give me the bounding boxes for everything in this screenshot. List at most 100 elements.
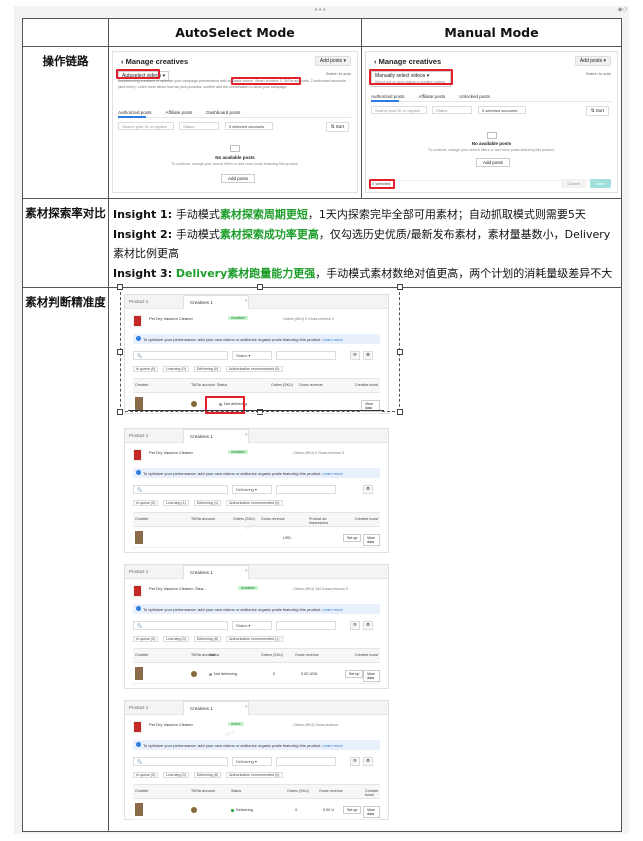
resize-handle[interactable] bbox=[117, 409, 123, 415]
settings-icon[interactable]: ⚙ bbox=[363, 757, 373, 766]
creatives-screenshot-3[interactable]: Product 1 Creatives 1 × Pet Dry Vacuum C… bbox=[124, 564, 389, 689]
status-filter[interactable]: Status bbox=[179, 122, 219, 130]
settings-icon[interactable]: ⚙ bbox=[363, 621, 373, 630]
status-filter[interactable]: Status ▾ bbox=[232, 621, 272, 630]
table-row[interactable]: Not delivering 0 0.00 USD Set up View da… bbox=[133, 664, 380, 684]
window-handle[interactable]: ••• bbox=[314, 6, 326, 14]
subtab-learning[interactable]: Learning (0) bbox=[163, 772, 189, 778]
subtab-authorization[interactable]: Authorization recommended (0) bbox=[226, 366, 283, 372]
creatives-screenshot-4[interactable]: Product 1 Creatives 1 × Pet Dry Vacuum C… bbox=[124, 700, 389, 820]
subtab-delivering[interactable]: Delivering (0) bbox=[193, 366, 222, 372]
close-icon[interactable]: × bbox=[245, 704, 248, 709]
account-filter[interactable] bbox=[276, 351, 336, 360]
cancel-button[interactable]: Cancel bbox=[561, 179, 586, 188]
account-filter[interactable] bbox=[276, 621, 336, 630]
close-icon[interactable]: × bbox=[245, 568, 248, 573]
subtab-in-queue[interactable]: In queue (0) bbox=[133, 772, 159, 778]
close-icon[interactable]: × bbox=[245, 432, 248, 437]
tab-unlocked-posts[interactable]: Unlocked posts bbox=[459, 94, 490, 99]
tab-creatives[interactable]: Creatives 1 bbox=[183, 701, 249, 715]
tab-creatives[interactable]: Creatives 1 bbox=[183, 295, 249, 309]
account-filter[interactable] bbox=[276, 757, 336, 766]
table-row[interactable]: Not delivering View data bbox=[133, 394, 380, 414]
tab-dashboard-posts[interactable]: Dashboard posts bbox=[206, 110, 240, 115]
creatives-screenshot-1[interactable]: Product 1 Creatives 1 × Pet Dry Vacuum C… bbox=[117, 284, 403, 415]
subtab-delivering[interactable]: Delivering (0) bbox=[193, 772, 222, 778]
tab-product[interactable]: Product 1 bbox=[129, 705, 148, 710]
set-up-button[interactable]: Set up bbox=[345, 670, 364, 678]
add-posts-button[interactable]: Add posts ▾ bbox=[314, 56, 351, 66]
subtab-delivering[interactable]: Delivering (1) bbox=[193, 500, 222, 506]
view-data-button[interactable]: View data bbox=[363, 670, 380, 682]
learn-more-link[interactable]: Learn more bbox=[322, 337, 342, 342]
tab-creatives[interactable]: Creatives 1 bbox=[183, 565, 249, 579]
refresh-icon[interactable]: ⟳ bbox=[350, 621, 360, 630]
resize-handle[interactable] bbox=[257, 284, 263, 290]
learn-more-link[interactable]: Learn more bbox=[322, 607, 342, 612]
save-button[interactable]: Save bbox=[589, 179, 611, 188]
refresh-icon[interactable]: ⟳ bbox=[350, 351, 360, 360]
search-input[interactable]: Search post ID or caption bbox=[118, 122, 174, 130]
learn-more-link[interactable]: Learn more bbox=[322, 743, 342, 748]
table-header: Creative TikTok account Orders (SKU) Gro… bbox=[133, 512, 380, 527]
table-row[interactable]: USD Set up View data bbox=[133, 528, 380, 548]
subtab-in-queue[interactable]: In queue (0) bbox=[133, 500, 159, 506]
resize-handle[interactable] bbox=[397, 284, 403, 290]
tab-authorized-posts[interactable]: Authorized posts bbox=[118, 110, 152, 115]
status-filter[interactable]: Delivering ▾ bbox=[232, 485, 272, 494]
subtab-learning[interactable]: Learning (1) bbox=[163, 500, 189, 506]
set-up-button[interactable]: Set up bbox=[343, 534, 362, 542]
status-filter[interactable]: Status bbox=[432, 106, 472, 114]
tab-product[interactable]: Product 1 bbox=[129, 299, 148, 304]
status-filter[interactable]: Status ▾ bbox=[232, 351, 272, 360]
subtab-delivering[interactable]: Delivering (0) bbox=[193, 636, 222, 642]
resize-handle[interactable] bbox=[117, 284, 123, 290]
subtab-learning[interactable]: Learning (0) bbox=[163, 366, 189, 372]
subtab-learning[interactable]: Learning (0) bbox=[163, 636, 189, 642]
subtab-in-queue[interactable]: In queue (0) bbox=[133, 636, 159, 642]
tab-authorized-posts[interactable]: Authorized posts bbox=[371, 94, 405, 99]
sort-button[interactable]: ⇅ Sort bbox=[325, 122, 349, 132]
close-icon[interactable]: × bbox=[245, 298, 248, 303]
panel-title: ‹ Manage creatives bbox=[121, 57, 189, 66]
sort-button[interactable]: ⇅ Sort bbox=[585, 106, 609, 116]
settings-icon[interactable]: ⚙ bbox=[363, 485, 373, 494]
add-posts-button[interactable]: Add posts ▾ bbox=[574, 56, 611, 66]
settings-icon[interactable]: ⚙ bbox=[363, 351, 373, 360]
status-subtabs: In queue (0) Learning (0) Delivering (0)… bbox=[133, 772, 283, 778]
col-boost: Creative boost bbox=[355, 517, 379, 521]
empty-add-posts-button[interactable]: Add posts bbox=[221, 174, 256, 183]
switch-link[interactable]: Switch to auto bbox=[326, 71, 351, 76]
window-controls[interactable]: ◆◇ bbox=[618, 6, 627, 13]
tab-product[interactable]: Product 1 bbox=[129, 569, 148, 574]
search-input[interactable]: 🔍 bbox=[133, 485, 228, 494]
set-up-button[interactable]: Set up bbox=[343, 806, 362, 814]
insight-2: Insight 2: 手动模式素材探索成功率更高，仅勾选历史优质/最新发布素材，… bbox=[113, 227, 611, 261]
view-data-button[interactable]: View data bbox=[363, 806, 380, 818]
view-data-button[interactable]: View data bbox=[363, 534, 380, 546]
switch-link[interactable]: Switch to auto bbox=[586, 71, 611, 76]
resize-handle[interactable] bbox=[117, 349, 123, 355]
search-input[interactable]: 🔍 bbox=[133, 351, 228, 360]
resize-handle[interactable] bbox=[397, 409, 403, 415]
search-input[interactable]: 🔍 bbox=[133, 621, 228, 630]
subtab-authorization[interactable]: Authorization recommended (0) bbox=[226, 772, 283, 778]
account-filter[interactable] bbox=[276, 485, 336, 494]
search-input[interactable]: 🔍 bbox=[133, 757, 228, 766]
tab-creatives[interactable]: Creatives 1 bbox=[183, 429, 249, 443]
accounts-filter[interactable]: 5 selected accounts bbox=[478, 106, 526, 114]
empty-add-posts-button[interactable]: Add posts bbox=[476, 158, 511, 167]
tab-product[interactable]: Product 1 bbox=[129, 433, 148, 438]
creatives-screenshot-2[interactable]: Product 1 Creatives 1 × Pet Dry Vacuum C… bbox=[124, 428, 389, 553]
tab-affiliate-posts[interactable]: Affiliate posts bbox=[166, 110, 193, 115]
refresh-icon[interactable]: ⟳ bbox=[350, 757, 360, 766]
subtab-in-queue[interactable]: In queue (0) bbox=[133, 366, 159, 372]
resize-handle[interactable] bbox=[397, 349, 403, 355]
subtab-authorization[interactable]: Authorization recommended (0) bbox=[226, 500, 283, 506]
search-input[interactable]: Search post ID or caption bbox=[371, 106, 427, 114]
accounts-filter[interactable]: 5 selected accounts bbox=[225, 122, 273, 130]
tab-affiliate-posts[interactable]: Affiliate posts bbox=[419, 94, 446, 99]
learn-more-link[interactable]: Learn more bbox=[322, 471, 342, 476]
status-filter[interactable]: Delivering ▾ bbox=[232, 757, 272, 766]
table-row[interactable]: Delivering 0 0.00 U Set up View data bbox=[133, 800, 380, 820]
